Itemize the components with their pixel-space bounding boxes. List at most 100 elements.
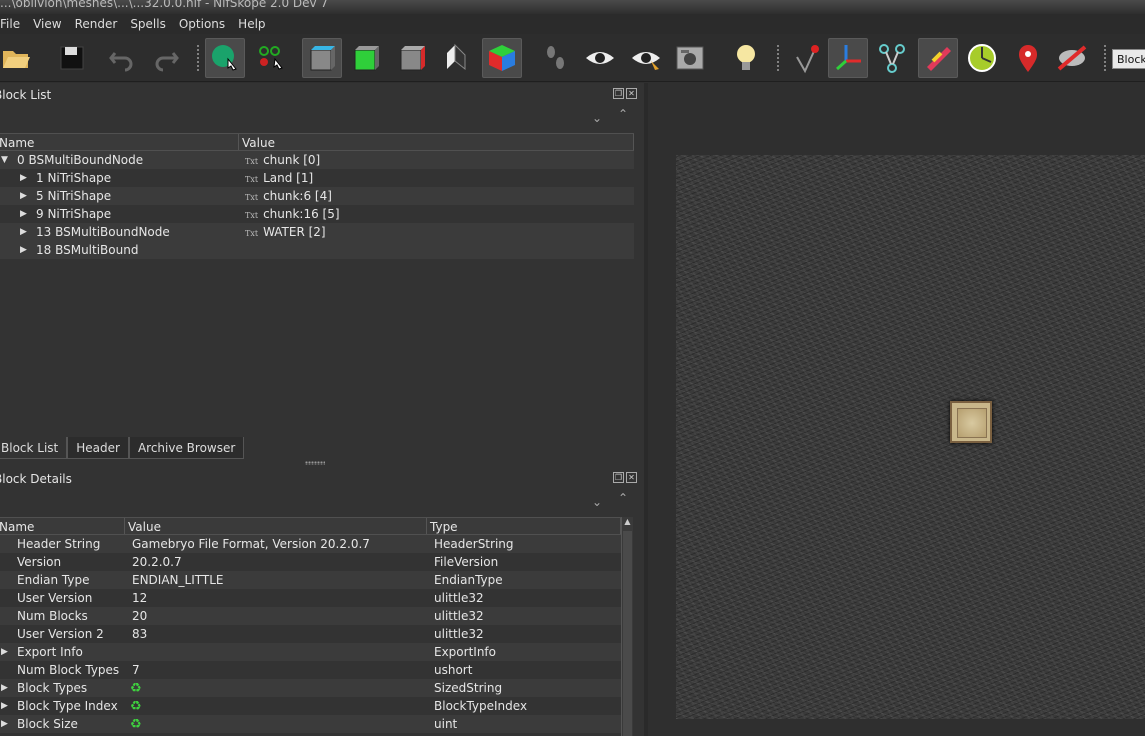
toolbar-grip[interactable] [196, 44, 200, 72]
col-value-header[interactable]: Value [125, 518, 427, 534]
toolbar-grip-2[interactable] [776, 44, 780, 72]
close-icon[interactable]: ✕ [626, 88, 637, 99]
col-name-header[interactable]: Name [0, 134, 239, 150]
screenshot-icon[interactable] [670, 38, 710, 78]
redo-icon[interactable] [146, 38, 186, 78]
tab-header[interactable]: Header [67, 437, 129, 459]
expand-all-icon[interactable]: ⌃ [618, 107, 628, 121]
view-side-cube-icon[interactable] [392, 38, 432, 78]
float-icon[interactable]: ❐ [613, 472, 624, 483]
show-hidden-icon[interactable] [580, 38, 620, 78]
refresh-icon[interactable]: ♻ [130, 681, 142, 696]
select-vertex-icon[interactable] [252, 38, 292, 78]
table-row[interactable]: ▼ 0 BSMultiBoundNode Txt chunk [0] [0, 151, 634, 169]
save-icon[interactable] [52, 38, 92, 78]
view-top-cube-icon[interactable] [302, 38, 342, 78]
menu-view[interactable]: View [27, 17, 68, 31]
text-type-icon: Txt [245, 193, 259, 202]
table-row[interactable]: ▶ 13 BSMultiBoundNode Txt WATER [2] [0, 223, 634, 241]
view-front-cube-icon[interactable] [346, 38, 386, 78]
view-user-icon[interactable] [436, 38, 476, 78]
row-type: uint [434, 717, 458, 731]
block-list-panel-buttons: ❐ ✕ [613, 88, 637, 99]
row-value: chunk:6 [4] [263, 189, 332, 203]
row-value: ENDIAN_LITTLE [132, 573, 224, 587]
expand-arrow-icon[interactable]: ▶ [1, 701, 8, 711]
float-icon[interactable]: ❐ [613, 88, 624, 99]
close-icon[interactable]: ✕ [626, 472, 637, 483]
show-markers-icon[interactable] [626, 38, 666, 78]
block-list-header: Name Value [0, 133, 634, 151]
lighting-icon[interactable] [726, 38, 766, 78]
tab-block-list[interactable]: Block List [0, 437, 68, 459]
undo-icon[interactable] [102, 38, 142, 78]
table-row[interactable]: Num Blocks 20 ulittle32 [0, 607, 621, 625]
tab-archive-browser[interactable]: Archive Browser [128, 437, 245, 459]
menu-spells[interactable]: Spells [124, 17, 173, 31]
row-name: Version [17, 555, 62, 569]
table-row[interactable]: ▶ Block Types ♻ SizedString [0, 679, 621, 697]
expand-arrow-icon[interactable]: ▶ [20, 209, 27, 219]
table-row[interactable]: ▶ 1 NiTriShape Txt Land [1] [0, 169, 634, 187]
block-details-header: Name Value Type [0, 517, 621, 535]
table-row[interactable]: ▶ Export Info ExportInfo [0, 643, 621, 661]
expand-all-icon[interactable]: ⌃ [618, 491, 628, 505]
table-row[interactable]: Version 20.2.0.7 FileVersion [0, 553, 621, 571]
col-value-header[interactable]: Value [239, 134, 634, 150]
table-row[interactable]: ▶ 5 NiTriShape Txt chunk:6 [4] [0, 187, 634, 205]
menu-options[interactable]: Options [173, 17, 232, 31]
collapse-arrow-icon[interactable]: ▼ [1, 155, 8, 165]
row-name: Export Info [17, 645, 83, 659]
paint-icon[interactable] [918, 38, 958, 78]
menu-help[interactable]: Help [232, 17, 272, 31]
table-row[interactable]: User Version 2 83 ulittle32 [0, 625, 621, 643]
table-row[interactable]: ▶ 9 NiTriShape Txt chunk:16 [5] [0, 205, 634, 223]
location-icon[interactable] [1008, 38, 1048, 78]
details-scrollbar[interactable]: ▲ [621, 517, 633, 736]
table-row[interactable]: ▶ 18 BSMultiBound [0, 241, 634, 259]
collapse-all-icon[interactable]: ⌄ [592, 495, 602, 509]
table-row[interactable]: Header String Gamebryo File Format, Versi… [0, 535, 621, 553]
expand-arrow-icon[interactable]: ▶ [20, 191, 27, 201]
refresh-icon[interactable]: ♻ [130, 699, 142, 714]
view-flip-icon[interactable] [482, 38, 522, 78]
row-value: 20.2.0.7 [132, 555, 182, 569]
select-object-icon[interactable] [205, 38, 245, 78]
row-name: 18 BSMultiBound [36, 243, 139, 257]
table-row[interactable]: User Version 12 ulittle32 [0, 589, 621, 607]
collision-icon[interactable] [1052, 38, 1092, 78]
menu-render[interactable]: Render [69, 17, 125, 31]
menu-file[interactable]: File [0, 17, 27, 31]
collapse-all-icon[interactable]: ⌄ [592, 111, 602, 125]
table-row[interactable]: Num Block Types 7 ushort [0, 661, 621, 679]
expand-arrow-icon[interactable]: ▶ [20, 245, 27, 255]
row-name: 1 NiTriShape [36, 171, 112, 185]
table-row[interactable]: Endian Type ENDIAN_LITTLE EndianType [0, 571, 621, 589]
scroll-up-icon[interactable]: ▲ [622, 517, 633, 526]
expand-arrow-icon[interactable]: ▶ [1, 719, 8, 729]
row-type: SizedString [434, 681, 503, 695]
dock-splitter-handle[interactable] [305, 461, 325, 465]
table-row[interactable]: ▶ Block Type Index ♻ BlockTypeIndex [0, 697, 621, 715]
render-viewport[interactable] [648, 83, 1145, 736]
refresh-icon[interactable]: ♻ [130, 717, 142, 732]
radar-icon[interactable] [962, 38, 1002, 78]
scroll-thumb[interactable] [623, 531, 632, 736]
row-name: User Version [17, 591, 93, 605]
expand-arrow-icon[interactable]: ▶ [20, 227, 27, 237]
walk-icon[interactable] [536, 38, 576, 78]
col-name-header[interactable]: Name [0, 518, 125, 534]
axes-icon[interactable] [828, 38, 868, 78]
row-value: chunk [0] [263, 153, 321, 167]
row-value: Land [1] [263, 171, 314, 185]
open-icon[interactable] [0, 38, 36, 78]
node-toggle-icon[interactable] [786, 38, 826, 78]
expand-arrow-icon[interactable]: ▶ [1, 683, 8, 693]
skeleton-icon[interactable] [872, 38, 912, 78]
toolbar-grip-3[interactable] [1103, 44, 1107, 72]
col-type-header[interactable]: Type [427, 518, 621, 534]
table-row[interactable]: ▶ Block Size ♻ uint [0, 715, 621, 733]
expand-arrow-icon[interactable]: ▶ [20, 173, 27, 183]
block-list-button[interactable]: Block L [1112, 49, 1145, 69]
expand-arrow-icon[interactable]: ▶ [1, 647, 8, 657]
